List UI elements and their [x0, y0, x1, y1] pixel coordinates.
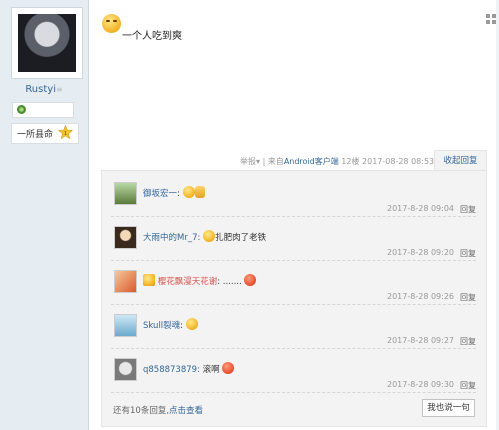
reply-button[interactable]: 回复	[460, 292, 476, 303]
list-item: q858873879: 滚啊 2017-8-28 09:30 回复	[111, 349, 476, 393]
thumbs-up-icon	[194, 186, 205, 198]
smile-emoji-icon	[102, 14, 121, 33]
emoji-icon	[203, 230, 216, 242]
star-medal-icon[interactable]: 1	[58, 125, 73, 140]
author-username[interactable]: Rustyi≡	[0, 84, 88, 95]
source-prefix: 来自	[267, 157, 284, 166]
list-item: 大雨中的Mr_7: 扎肥肉了老铁 2017-8-28 09:20 回复	[111, 217, 476, 261]
colon: :	[197, 365, 200, 375]
post-timestamp: 2017-08-28 08:53	[362, 157, 435, 166]
username-text[interactable]: Rustyi	[25, 84, 56, 95]
source-link[interactable]: Android客户端	[284, 157, 339, 166]
report-link[interactable]: 举报	[240, 157, 256, 166]
avatar[interactable]	[114, 226, 137, 249]
reply-username[interactable]: 大雨中的Mr_7	[143, 233, 198, 243]
reply-content: 扎肥肉了老铁	[215, 233, 267, 243]
reply-content: :	[180, 321, 184, 331]
vip-icon	[143, 274, 155, 286]
more-replies-text: 还有10条回复,点击查看	[113, 404, 203, 416]
report-dropdown-icon[interactable]: ▾	[256, 157, 260, 166]
view-more-link[interactable]: 点击查看	[169, 406, 203, 416]
verified-icon: ≡	[55, 85, 63, 94]
emoji-icon	[182, 186, 195, 198]
list-item: 御坂宏一: 2017-8-28 09:04 回复	[111, 173, 476, 217]
post-action-bar: 举报▾ | 来自Android客户端 12楼 2017-08-28 08:53	[240, 156, 434, 167]
reply-time: 2017-8-28 09:04	[387, 204, 454, 213]
reply-button[interactable]: 回复	[460, 380, 476, 391]
reply-time: 2017-8-28 09:26	[387, 292, 454, 301]
medal-box: 一所县命 1	[11, 123, 79, 144]
reply-button[interactable]: 回复	[460, 248, 476, 259]
avatar[interactable]	[114, 182, 137, 205]
reply-time: 2017-8-28 09:27	[387, 336, 454, 345]
post-content: 一个人吃到爽	[122, 31, 182, 42]
avatar-image	[18, 14, 76, 72]
reply-time: 2017-8-28 09:30	[387, 380, 454, 389]
reply-content: :	[177, 189, 180, 199]
avatar[interactable]	[114, 270, 137, 293]
reply-line: 大雨中的Mr_7: 扎肥肉了老铁	[143, 230, 266, 243]
reply-button-main[interactable]: 我也说一句	[422, 399, 475, 417]
reply-line: Skull裂魂:	[143, 318, 198, 331]
emoji-icon	[244, 274, 257, 286]
emoji-icon	[222, 362, 235, 374]
list-item: 樱花飘漫天花谢: ....... 2017-8-28 09:26 回复	[111, 261, 476, 305]
reply-button[interactable]: 回复	[460, 204, 476, 215]
reply-button[interactable]: 回复	[460, 336, 476, 347]
avatar[interactable]	[114, 314, 137, 337]
reply-line: 樱花飘漫天花谢: .......	[143, 274, 257, 287]
reply-content: 滚啊	[202, 365, 220, 375]
reply-username[interactable]: 樱花飘漫天花谢	[158, 277, 218, 287]
floor-number: 12楼	[341, 157, 360, 166]
reply-list: 御坂宏一: 2017-8-28 09:04 回复 大雨中的Mr_7: 扎肥肉了老…	[101, 170, 487, 427]
reply-username[interactable]: 御坂宏一	[143, 189, 177, 199]
badge-box	[12, 102, 74, 118]
author-avatar[interactable]	[11, 7, 83, 79]
svg-text:1: 1	[64, 131, 67, 137]
reply-content: : .......	[217, 277, 242, 287]
author-sidebar: Rustyi≡ 一所县命 1	[0, 0, 89, 430]
reply-line: 御坂宏一:	[143, 186, 205, 199]
list-item: Skull裂魂: 2017-8-28 09:27 回复	[111, 305, 476, 349]
reply-count: 还有10条回复,	[113, 406, 170, 416]
badge-icon[interactable]	[17, 105, 26, 114]
medal-label: 一所县命	[17, 130, 54, 140]
collapse-replies-button[interactable]: 收起回复	[434, 150, 487, 171]
reply-time: 2017-8-28 09:20	[387, 248, 454, 257]
reply-username[interactable]: Skull裂魂	[143, 321, 180, 331]
colon: :	[197, 233, 201, 243]
reply-line: q858873879: 滚啊	[143, 362, 235, 375]
emoji-icon	[185, 318, 198, 330]
avatar[interactable]	[114, 358, 137, 381]
reply-username[interactable]: q858873879	[143, 365, 197, 375]
grid-icon[interactable]	[486, 14, 496, 24]
